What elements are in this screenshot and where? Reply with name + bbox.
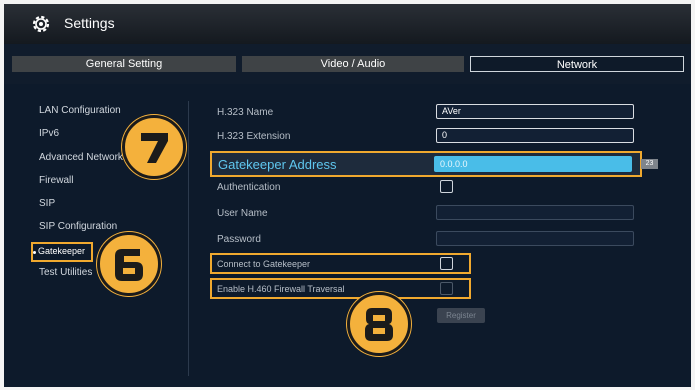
- gear-icon: [32, 15, 50, 33]
- register-button[interactable]: Register: [437, 308, 485, 323]
- password-label: Password: [217, 234, 261, 245]
- sidebar-item-lan-configuration[interactable]: LAN Configuration: [39, 105, 121, 116]
- user-name-input[interactable]: [436, 205, 634, 220]
- h323-extension-label: H.323 Extension: [217, 131, 291, 142]
- authentication-label: Authentication: [217, 182, 281, 193]
- window-title: Settings: [64, 15, 115, 31]
- h323-extension-input[interactable]: 0: [436, 128, 634, 143]
- callout-badge-6: [97, 232, 161, 296]
- character-count-badge: 23: [641, 159, 658, 169]
- gatekeeper-address-input[interactable]: 0.0.0.0: [434, 156, 632, 172]
- settings-screen: Settings General Setting Video / Audio N…: [4, 4, 691, 387]
- connect-to-gatekeeper-label: Connect to Gatekeeper: [217, 259, 311, 269]
- tab-network[interactable]: Network: [470, 56, 684, 72]
- password-input[interactable]: [436, 231, 634, 246]
- sidebar-item-firewall[interactable]: Firewall: [39, 175, 73, 186]
- sidebar-item-ipv6[interactable]: IPv6: [39, 128, 59, 139]
- user-name-label: User Name: [217, 208, 268, 219]
- sidebar-item-advanced-network[interactable]: Advanced Network: [39, 152, 123, 163]
- callout-glyph-6: [115, 249, 143, 281]
- title-bar: Settings: [4, 4, 691, 44]
- h323-name-label: H.323 Name: [217, 107, 274, 118]
- gatekeeper-address-label: Gatekeeper Address: [218, 157, 337, 172]
- panel-divider: [188, 101, 189, 376]
- h323-name-input[interactable]: AVer: [436, 104, 634, 119]
- tab-general-setting[interactable]: General Setting: [12, 56, 236, 72]
- h460-firewall-checkbox[interactable]: [440, 282, 453, 295]
- sidebar-item-sip-configuration[interactable]: SIP Configuration: [39, 221, 117, 232]
- sidebar-item-test-utilities[interactable]: Test Utilities: [39, 267, 92, 278]
- tab-bar: General Setting Video / Audio Network: [4, 56, 691, 72]
- callout-badge-7: [122, 115, 186, 179]
- callout-glyph-7: [141, 133, 168, 163]
- callout-glyph-8: [365, 308, 393, 341]
- authentication-checkbox[interactable]: [440, 180, 453, 193]
- callout-badge-8: [347, 292, 411, 356]
- h460-firewall-label: Enable H.460 Firewall Traversal: [217, 284, 345, 294]
- sidebar-item-sip[interactable]: SIP: [39, 198, 55, 209]
- sidebar-item-gatekeeper[interactable]: Gatekeeper: [38, 246, 85, 256]
- tab-video-audio[interactable]: Video / Audio: [242, 56, 464, 72]
- connect-to-gatekeeper-checkbox[interactable]: [440, 257, 453, 270]
